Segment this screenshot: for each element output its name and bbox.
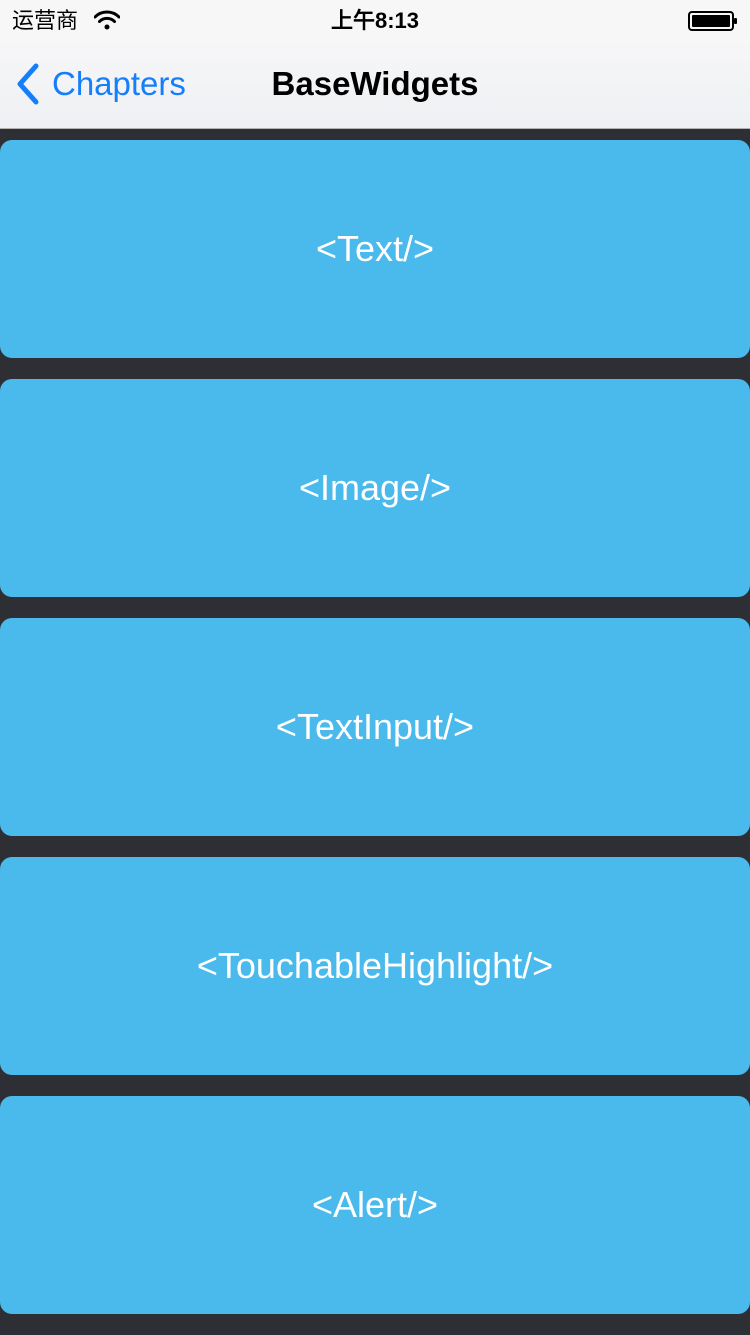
widget-item-label: <Alert/> [311, 1184, 439, 1225]
widget-item-label: <TextInput/> [275, 706, 475, 747]
widget-item-textinput[interactable]: <TextInput/> [0, 618, 750, 836]
status-bar: 运营商 上午8:13 [0, 0, 750, 40]
widget-item-touchablehighlight[interactable]: <TouchableHighlight/> [0, 857, 750, 1075]
status-time: 上午8:13 [330, 8, 420, 33]
battery-icon [688, 11, 737, 31]
navigation-bar: Chapters BaseWidgets [0, 40, 750, 129]
widget-item-alert[interactable]: <Alert/> [0, 1096, 750, 1314]
widget-list: <Text/> <Image/> <TextInput/> <Touchable… [0, 140, 750, 1335]
widget-item-image[interactable]: <Image/> [0, 379, 750, 597]
widget-item-label: <TouchableHighlight/> [196, 945, 554, 986]
page-title: BaseWidgets [271, 65, 479, 102]
widget-item-label: <Text/> [315, 228, 435, 269]
widget-item-text[interactable]: <Text/> [0, 140, 750, 358]
widget-item-label: <Image/> [298, 467, 452, 508]
